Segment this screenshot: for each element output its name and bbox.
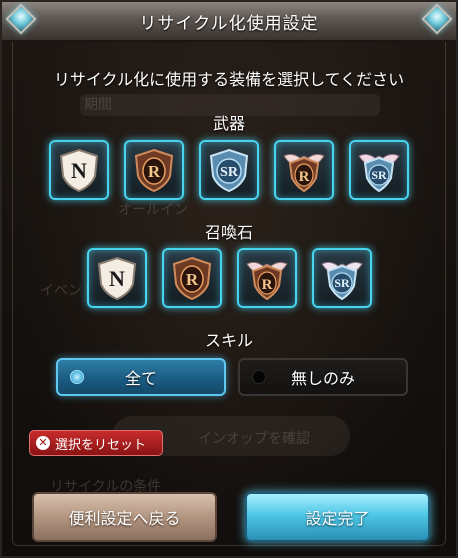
weapon-r-toggle[interactable]: R — [124, 140, 184, 200]
close-circle-icon: ✕ — [36, 436, 50, 450]
rarity-sr-winged-icon: SR — [320, 261, 363, 301]
rarity-r-shield-icon: R — [134, 148, 174, 193]
rarity-sr-shield-icon: SR — [209, 148, 249, 193]
rarity-r-shield-icon: R — [172, 256, 211, 301]
summon-sr-toggle[interactable]: SR — [311, 248, 372, 308]
svg-text:N: N — [109, 266, 125, 291]
instruction-text: リサイクル化に使用する装備を選択してください — [53, 70, 405, 89]
skill-none-only-label: 無しのみ — [290, 369, 355, 388]
skill-none-only-option[interactable]: 無しのみ — [238, 358, 408, 396]
radio-selected-icon — [70, 370, 84, 384]
reset-selection-label: 選択をリセット — [55, 437, 147, 453]
radio-unselected-icon — [252, 370, 266, 384]
svg-text:SR: SR — [334, 276, 350, 290]
summon-n-toggle[interactable]: N — [86, 248, 147, 308]
weapon-rarity-row: N R SR R SR — [2, 140, 456, 200]
title-bar: リサイクル化使用設定 — [2, 2, 456, 42]
weapon-n-toggle[interactable]: N — [49, 140, 109, 200]
back-to-convenience-settings-button[interactable]: 便利設定へ戻る — [32, 492, 217, 542]
rarity-r-winged-icon: R — [245, 261, 288, 301]
summon-r-toggle[interactable]: R — [161, 248, 222, 308]
background-text-2: オールイン — [118, 202, 188, 218]
svg-text:R: R — [299, 169, 310, 185]
summon-r-winged-toggle[interactable]: R — [236, 248, 297, 308]
summon-section-label: 召喚石 — [204, 223, 253, 242]
skill-all-option[interactable]: 全て — [56, 358, 226, 396]
weapon-sr-toggle[interactable]: SR — [199, 140, 259, 200]
rarity-n-shield-icon: N — [97, 256, 136, 301]
svg-text:N: N — [71, 158, 87, 183]
done-button-label: 設定完了 — [305, 509, 370, 528]
recycle-settings-dialog: 期間 オールイン イベント インオップを確認 リサイクルの条件 リサイクル化使用… — [0, 0, 458, 558]
background-text-4: インオップを確認 — [198, 431, 310, 447]
rarity-sr-winged-icon: SR — [358, 153, 400, 193]
settings-done-button[interactable]: 設定完了 — [245, 492, 430, 542]
weapon-section-label: 武器 — [212, 114, 245, 133]
svg-text:R: R — [148, 162, 161, 181]
weapon-r-winged-toggle[interactable]: R — [274, 140, 334, 200]
summon-rarity-row: N R R SR — [2, 248, 456, 308]
rarity-r-winged-icon: R — [283, 153, 325, 193]
svg-text:SR: SR — [220, 165, 239, 180]
back-button-label: 便利設定へ戻る — [68, 509, 181, 528]
weapon-sr-winged-toggle[interactable]: SR — [349, 140, 409, 200]
svg-text:R: R — [185, 270, 198, 289]
dialog-title: リサイクル化使用設定 — [139, 13, 319, 34]
skill-all-label: 全て — [124, 369, 157, 388]
skill-section-label: スキル — [204, 331, 253, 350]
gem-ornament-icon — [421, 3, 453, 35]
rarity-n-shield-icon: N — [59, 148, 99, 193]
svg-text:R: R — [261, 277, 272, 293]
reset-selection-button[interactable]: ✕ 選択をリセット — [29, 430, 163, 456]
svg-text:SR: SR — [371, 168, 387, 182]
skill-option-group: 全て 無しのみ — [56, 358, 408, 396]
gem-ornament-icon — [5, 3, 37, 35]
